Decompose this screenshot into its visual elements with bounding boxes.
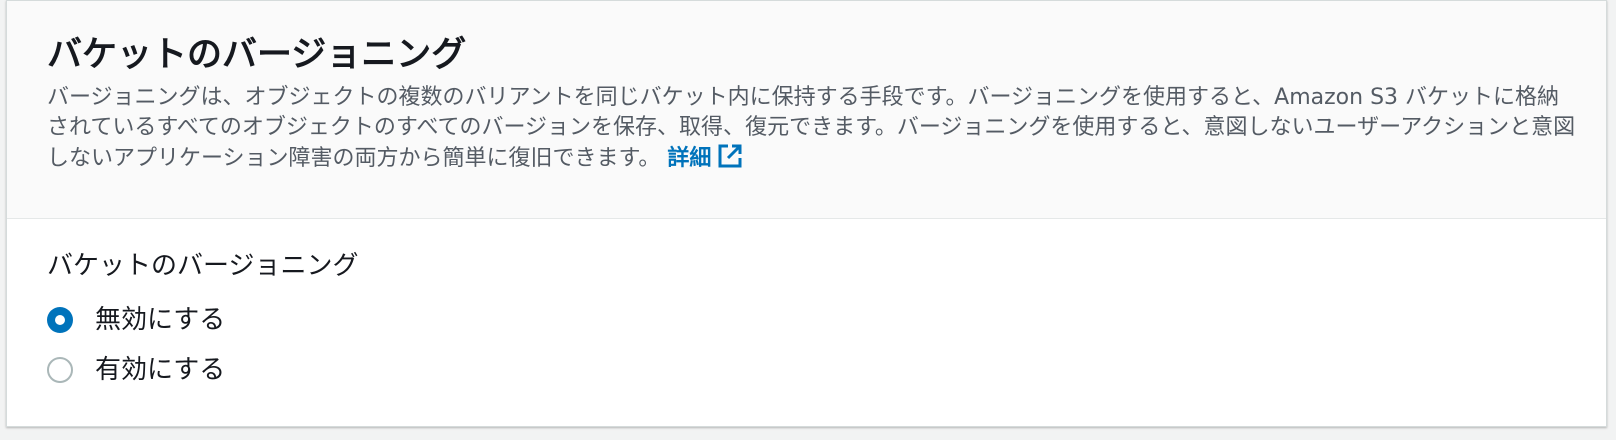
radio-button-disable[interactable] bbox=[47, 307, 73, 333]
radio-option-enable[interactable]: 有効にする bbox=[47, 345, 1566, 395]
learn-more-label: 詳細 bbox=[667, 146, 712, 171]
section-description: バージョニングは、オブジェクトの複数のバリアントを同じバケット内に保持する手段で… bbox=[47, 83, 1577, 174]
radio-button-enable[interactable] bbox=[47, 357, 73, 383]
section-title: バケットのバージョニング bbox=[47, 35, 467, 75]
learn-more-link[interactable]: 詳細 bbox=[667, 144, 743, 171]
versioning-field-label: バケットのバージョニング bbox=[47, 251, 359, 281]
radio-label-enable: 有効にする bbox=[95, 355, 226, 385]
radio-option-disable[interactable]: 無効にする bbox=[47, 295, 1566, 345]
panel-body: バケットのバージョニング 無効にする 有効にする bbox=[7, 219, 1606, 395]
radio-label-disable: 無効にする bbox=[95, 305, 226, 335]
panel-header: バケットのバージョニング バージョニングは、オブジェクトの複数のバリアントを同じ… bbox=[7, 1, 1606, 219]
external-link-icon bbox=[718, 144, 742, 168]
description-text: バージョニングは、オブジェクトの複数のバリアントを同じバケット内に保持する手段で… bbox=[47, 85, 1576, 171]
versioning-panel: バケットのバージョニング バージョニングは、オブジェクトの複数のバリアントを同じ… bbox=[6, 0, 1607, 427]
